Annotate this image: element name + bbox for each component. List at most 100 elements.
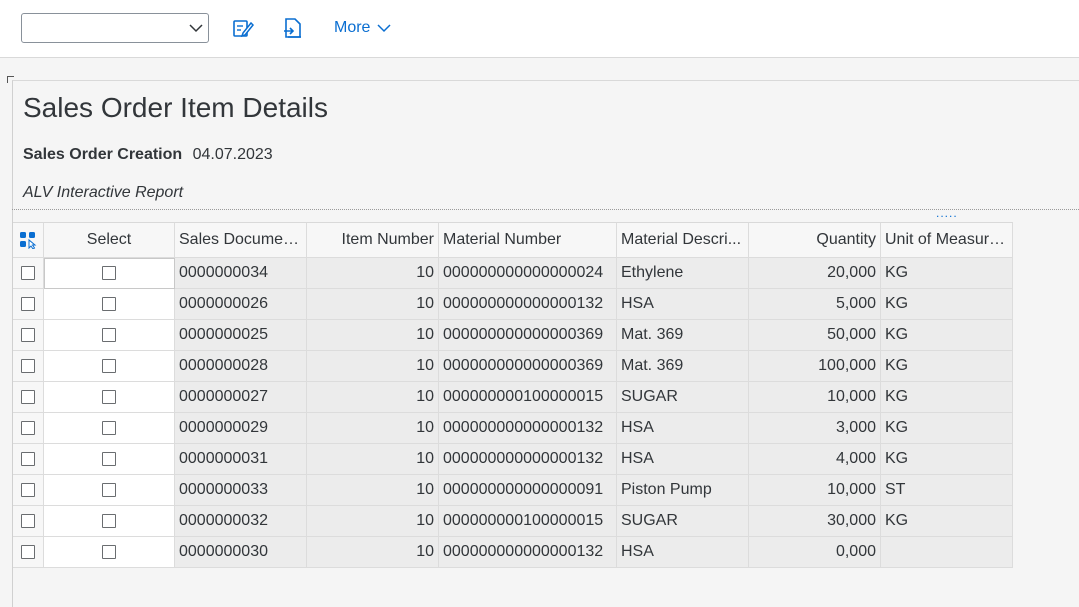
- table-row[interactable]: 0000000028 10 000000000000000369 Mat. 369 10…: [13, 351, 1013, 382]
- material-description-cell[interactable]: HSA: [617, 289, 749, 320]
- select-cell[interactable]: [44, 444, 175, 475]
- select-checkbox[interactable]: [102, 545, 116, 559]
- row-selector[interactable]: [13, 444, 44, 475]
- row-select-checkbox[interactable]: [21, 266, 35, 280]
- unit-cell[interactable]: KG: [881, 289, 1013, 320]
- item-number-cell[interactable]: 10: [307, 351, 439, 382]
- quantity-cell[interactable]: 5,000: [749, 289, 881, 320]
- row-select-checkbox[interactable]: [21, 483, 35, 497]
- quantity-cell[interactable]: 4,000: [749, 444, 881, 475]
- item-number-cell[interactable]: 10: [307, 289, 439, 320]
- material-description-cell[interactable]: Mat. 369: [617, 351, 749, 382]
- select-checkbox[interactable]: [102, 483, 116, 497]
- row-selector[interactable]: [13, 320, 44, 351]
- row-selector[interactable]: [13, 258, 44, 289]
- row-selector[interactable]: [13, 351, 44, 382]
- row-selector[interactable]: [13, 413, 44, 444]
- sales-document-cell[interactable]: 0000000027: [175, 382, 307, 413]
- material-number-cell[interactable]: 000000000000000132: [439, 444, 617, 475]
- table-row[interactable]: 0000000030 10 000000000000000132 HSA 0,000: [13, 537, 1013, 568]
- item-number-cell[interactable]: 10: [307, 413, 439, 444]
- splitter[interactable]: .....: [12, 207, 1079, 221]
- row-select-checkbox[interactable]: [21, 328, 35, 342]
- export-icon[interactable]: [281, 16, 305, 40]
- quantity-cell[interactable]: 10,000: [749, 382, 881, 413]
- material-number-cell[interactable]: 000000000000000369: [439, 320, 617, 351]
- more-button[interactable]: More: [334, 19, 392, 37]
- sales-document-cell[interactable]: 0000000031: [175, 444, 307, 475]
- select-cell[interactable]: [44, 413, 175, 444]
- column-header-item-number[interactable]: Item Number: [307, 222, 439, 258]
- unit-cell[interactable]: KG: [881, 351, 1013, 382]
- select-checkbox[interactable]: [102, 359, 116, 373]
- quantity-cell[interactable]: 100,000: [749, 351, 881, 382]
- splitter-handle[interactable]: .....: [936, 207, 958, 219]
- row-select-checkbox[interactable]: [21, 297, 35, 311]
- material-number-cell[interactable]: 000000000000000024: [439, 258, 617, 289]
- unit-cell[interactable]: [881, 537, 1013, 568]
- sales-document-cell[interactable]: 0000000029: [175, 413, 307, 444]
- sales-document-cell[interactable]: 0000000033: [175, 475, 307, 506]
- select-cell[interactable]: [44, 320, 175, 351]
- material-description-cell[interactable]: Mat. 369: [617, 320, 749, 351]
- select-cell[interactable]: [44, 289, 175, 320]
- item-number-cell[interactable]: 10: [307, 537, 439, 568]
- item-number-cell[interactable]: 10: [307, 444, 439, 475]
- item-number-cell[interactable]: 10: [307, 320, 439, 351]
- material-description-cell[interactable]: HSA: [617, 444, 749, 475]
- quantity-cell[interactable]: 50,000: [749, 320, 881, 351]
- table-row[interactable]: 0000000033 10 000000000000000091 Piston Pum…: [13, 475, 1013, 506]
- select-checkbox[interactable]: [102, 514, 116, 528]
- select-cell[interactable]: [44, 506, 175, 537]
- item-number-cell[interactable]: 10: [307, 382, 439, 413]
- material-number-cell[interactable]: 000000000000000132: [439, 413, 617, 444]
- item-number-cell[interactable]: 10: [307, 258, 439, 289]
- select-checkbox[interactable]: [102, 421, 116, 435]
- select-checkbox[interactable]: [102, 297, 116, 311]
- select-checkbox[interactable]: [102, 266, 116, 280]
- material-description-cell[interactable]: Ethylene: [617, 258, 749, 289]
- select-cell[interactable]: [44, 475, 175, 506]
- unit-cell[interactable]: ST: [881, 475, 1013, 506]
- quantity-cell[interactable]: 30,000: [749, 506, 881, 537]
- column-header-unit-of-measure[interactable]: Unit of Measure...: [881, 222, 1013, 258]
- column-header-material-number[interactable]: Material Number: [439, 222, 617, 258]
- unit-cell[interactable]: KG: [881, 258, 1013, 289]
- sales-document-cell[interactable]: 0000000034: [175, 258, 307, 289]
- column-header-quantity[interactable]: Quantity: [749, 222, 881, 258]
- select-cell[interactable]: [44, 258, 175, 289]
- material-description-cell[interactable]: HSA: [617, 413, 749, 444]
- select-checkbox[interactable]: [102, 390, 116, 404]
- table-row[interactable]: 0000000029 10 000000000000000132 HSA 3,000 KG: [13, 413, 1013, 444]
- quantity-cell[interactable]: 10,000: [749, 475, 881, 506]
- variant-dropdown[interactable]: [21, 13, 209, 43]
- row-select-checkbox[interactable]: [21, 359, 35, 373]
- select-cell[interactable]: [44, 351, 175, 382]
- material-description-cell[interactable]: Piston Pump: [617, 475, 749, 506]
- sales-document-cell[interactable]: 0000000030: [175, 537, 307, 568]
- select-checkbox[interactable]: [102, 452, 116, 466]
- material-number-cell[interactable]: 000000000000000091: [439, 475, 617, 506]
- sales-document-cell[interactable]: 0000000026: [175, 289, 307, 320]
- sales-document-cell[interactable]: 0000000032: [175, 506, 307, 537]
- material-number-cell[interactable]: 000000000000000132: [439, 289, 617, 320]
- table-row[interactable]: 0000000034 10 000000000000000024 Ethylene 20…: [13, 258, 1013, 289]
- row-selector[interactable]: [13, 289, 44, 320]
- quantity-cell[interactable]: 0,000: [749, 537, 881, 568]
- sales-document-cell[interactable]: 0000000028: [175, 351, 307, 382]
- row-selector[interactable]: [13, 537, 44, 568]
- unit-cell[interactable]: KG: [881, 382, 1013, 413]
- item-number-cell[interactable]: 10: [307, 506, 439, 537]
- select-all-button[interactable]: [13, 222, 44, 258]
- select-cell[interactable]: [44, 382, 175, 413]
- row-select-checkbox[interactable]: [21, 390, 35, 404]
- material-description-cell[interactable]: HSA: [617, 537, 749, 568]
- unit-cell[interactable]: KG: [881, 320, 1013, 351]
- table-row[interactable]: 0000000026 10 000000000000000132 HSA 5,000 KG: [13, 289, 1013, 320]
- select-checkbox[interactable]: [102, 328, 116, 342]
- quantity-cell[interactable]: 3,000: [749, 413, 881, 444]
- column-header-material-description[interactable]: Material Descri...: [617, 222, 749, 258]
- sales-document-cell[interactable]: 0000000025: [175, 320, 307, 351]
- material-number-cell[interactable]: 000000000100000015: [439, 506, 617, 537]
- material-number-cell[interactable]: 000000000100000015: [439, 382, 617, 413]
